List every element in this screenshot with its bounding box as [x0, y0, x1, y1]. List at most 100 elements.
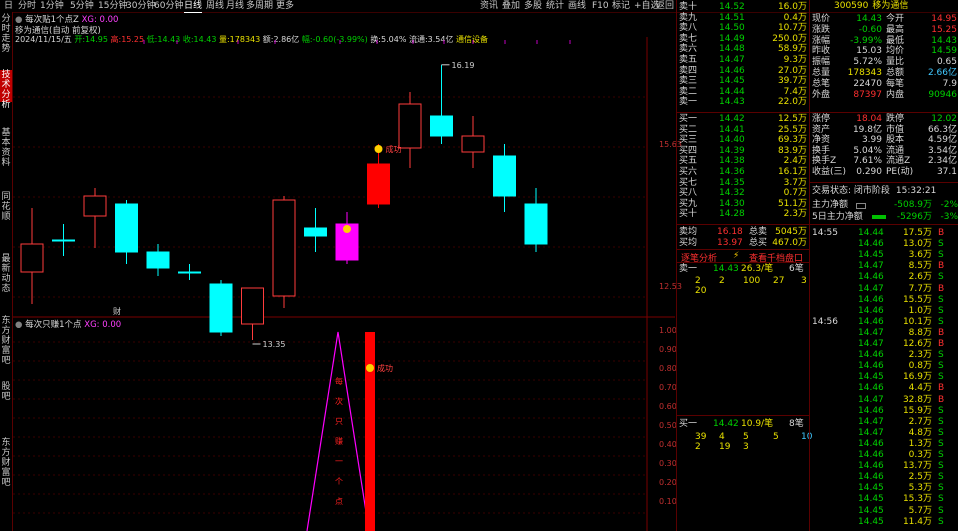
- period-tab[interactable]: 多周期: [246, 0, 273, 12]
- candle-body[interactable]: [83, 195, 107, 217]
- tick-price: 14.46: [858, 472, 884, 483]
- quote-value: 87397: [853, 89, 882, 100]
- tick-price: 14.47: [858, 339, 884, 349]
- period-tab[interactable]: 5分钟: [70, 0, 94, 12]
- candle-body[interactable]: [178, 271, 201, 274]
- period-tab[interactable]: 30分钟: [126, 0, 155, 12]
- candle-body[interactable]: [367, 163, 390, 205]
- period-tab[interactable]: 月线: [226, 0, 244, 12]
- ob-divider: [677, 415, 809, 416]
- side-tab[interactable]: 同花顺: [0, 192, 12, 228]
- tick-price: 14.47: [858, 394, 884, 405]
- kline-chart[interactable]: ● 每次贴1个点Z XG: 0.00 移为通信(自动 前复权) 2024/11/…: [13, 12, 682, 531]
- toolbar-menu-item[interactable]: 资讯: [480, 0, 498, 12]
- toolbar-menu-item[interactable]: 多股: [524, 0, 542, 12]
- candle-body[interactable]: [209, 283, 233, 333]
- sell-price: 14.44: [719, 86, 745, 97]
- avg-buy-label: 买均: [679, 238, 698, 248]
- candle-body[interactable]: [461, 135, 485, 153]
- tick-side: S: [938, 416, 944, 427]
- quote-label: 流通Z: [886, 156, 911, 167]
- tick-price: 14.46: [858, 294, 884, 305]
- tick-row: 14.45 3.6万 S: [810, 250, 958, 260]
- period-tab[interactable]: 日: [4, 0, 13, 12]
- candle-body[interactable]: [524, 203, 548, 245]
- buy1-queue-item: 2: [695, 442, 701, 452]
- quote-label: 量比: [886, 57, 905, 68]
- tick-side: S: [938, 405, 944, 416]
- side-tab[interactable]: 最新动态: [0, 254, 12, 294]
- side-tab[interactable]: 东方财富吧: [0, 438, 12, 488]
- quote-row: 振幅 5.72% 量比 0.65: [810, 57, 958, 67]
- sell-volume: 27.0万: [777, 65, 807, 76]
- side-tab[interactable]: 基本资料: [0, 128, 12, 168]
- candle-body[interactable]: [430, 115, 453, 137]
- candle-body[interactable]: [493, 155, 516, 197]
- tick-side: S: [938, 294, 944, 305]
- toolbar-menu-item[interactable]: 统计: [546, 0, 564, 12]
- quote-row: 涨停 18.04 跌停 12.02: [810, 114, 958, 124]
- buy-row: 买七 14.35 3.7万: [677, 178, 809, 188]
- sell1-queue-item: 2: [719, 276, 725, 286]
- quote-value: 14.43: [931, 35, 957, 46]
- quote-value: 2.34亿: [927, 156, 957, 167]
- quote-value: -3.99%: [850, 35, 882, 46]
- buy1-queue-item: 4: [719, 432, 725, 442]
- sell-price: 14.50: [719, 23, 745, 34]
- quote-value: 4.59亿: [927, 135, 957, 146]
- sell-row: 卖四 14.46 27.0万: [677, 66, 809, 76]
- sell-level-label: 卖二: [679, 86, 698, 97]
- avg-sell: 16.18: [717, 227, 743, 237]
- candle-body[interactable]: [115, 203, 138, 253]
- finance-marker: 财: [113, 306, 121, 316]
- tick-volume: 8.8万: [908, 327, 932, 338]
- five-day-flow-value: -5296万: [896, 212, 932, 222]
- tick-side: S: [938, 316, 944, 327]
- candle-body[interactable]: [304, 227, 327, 237]
- side-tab[interactable]: 东方财富吧: [0, 316, 12, 366]
- quote-row: 收益(三) 0.290 PE(动) 37.1: [810, 167, 958, 177]
- toolbar-menu-item[interactable]: 标记: [612, 0, 630, 12]
- period-tab[interactable]: 周线: [206, 0, 224, 12]
- sell1-label: 卖一: [679, 264, 698, 274]
- toolbar-menu-item[interactable]: 画线: [568, 0, 586, 12]
- main-flow-row: 主力净额 -508.9万 -2%: [810, 200, 958, 210]
- tick-volume: 8.5万: [908, 261, 932, 272]
- vertical-label-char: 个: [335, 477, 343, 486]
- tick-side: S: [938, 372, 944, 383]
- buy1-price: 14.42: [713, 419, 739, 429]
- period-tab[interactable]: 分时: [18, 0, 36, 12]
- avg-buy-row: 买均 13.97 总买 467.0万: [677, 238, 809, 248]
- indicator-bar: [365, 332, 375, 531]
- tick-row: 14.45 5.7万 S: [810, 506, 958, 516]
- period-tab[interactable]: 60分钟: [154, 0, 183, 12]
- avg-sell-label: 卖均: [679, 227, 698, 237]
- tick-side: S: [938, 239, 944, 250]
- buy-row: 买二 14.41 25.5万: [677, 125, 809, 135]
- main-flow-pct: -2%: [940, 200, 958, 210]
- tick-price: 14.47: [858, 327, 884, 338]
- buy-price: 14.36: [719, 167, 745, 177]
- period-tab[interactable]: 1分钟: [40, 0, 64, 12]
- buy1-queue-item: 5: [743, 432, 749, 442]
- tick-volume: 1.0万: [908, 305, 932, 316]
- tick-volume: 12.6万: [902, 339, 932, 349]
- info-divider: [810, 182, 958, 183]
- candle-body[interactable]: [272, 199, 296, 297]
- candle-body[interactable]: [146, 251, 170, 269]
- candle-body[interactable]: [52, 239, 75, 242]
- period-tab[interactable]: 15分钟: [98, 0, 127, 12]
- candle-body[interactable]: [20, 243, 44, 273]
- candle-body[interactable]: [398, 103, 422, 149]
- toolbar-menu-item[interactable]: 返回: [656, 0, 674, 12]
- side-tab[interactable]: 分时走势: [0, 14, 12, 54]
- candle-body[interactable]: [241, 287, 264, 325]
- quote-row: 涨幅 -3.99% 最低 14.43: [810, 36, 958, 46]
- buy-level-label: 买十: [679, 209, 698, 220]
- toolbar-menu-item[interactable]: F10: [592, 0, 609, 12]
- period-tab[interactable]: 更多: [276, 0, 294, 12]
- side-tab[interactable]: 技术分析: [0, 70, 12, 110]
- sell1-price: 14.43: [713, 264, 739, 274]
- toolbar-menu-item[interactable]: 叠加: [502, 0, 520, 12]
- side-tab[interactable]: 股吧: [0, 382, 12, 412]
